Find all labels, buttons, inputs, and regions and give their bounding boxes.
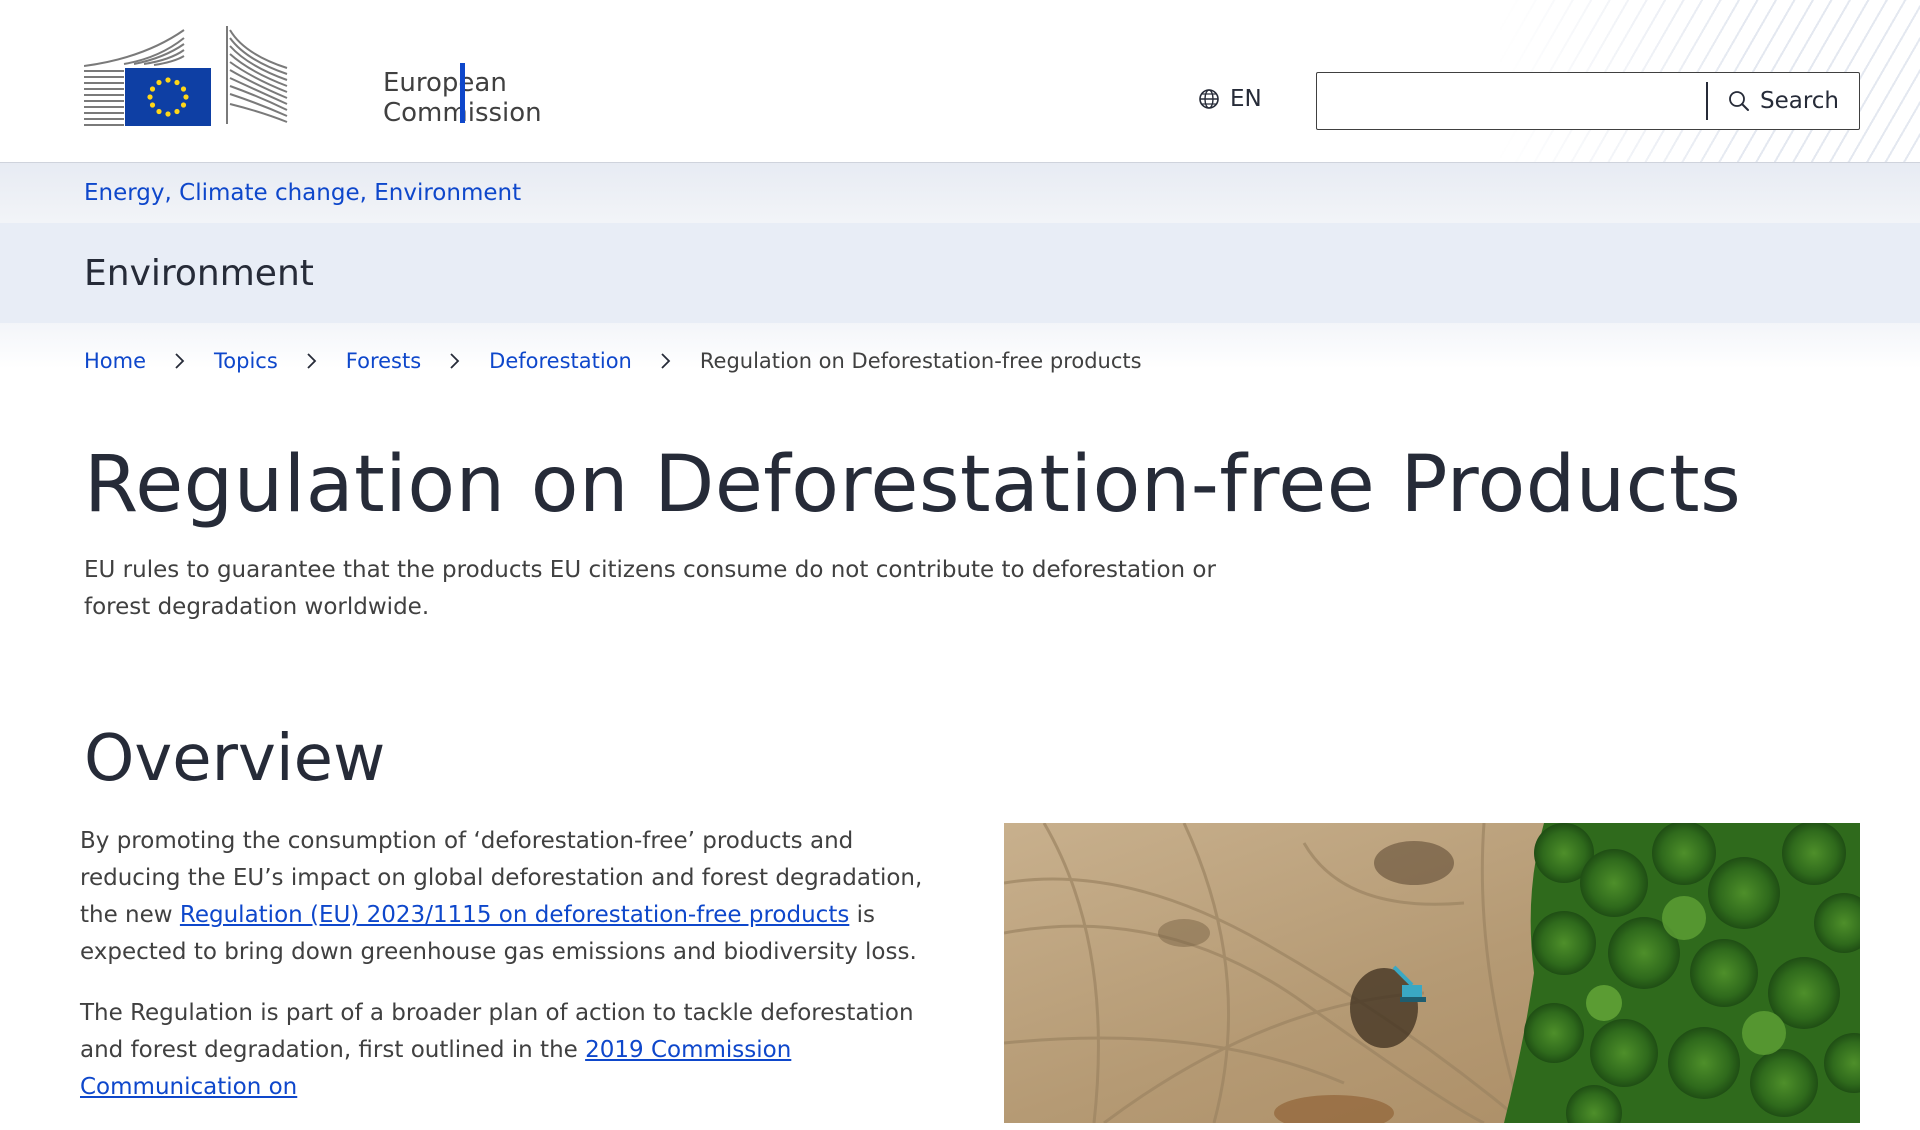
search-icon [1729,91,1749,111]
chevron-right-icon [449,352,461,370]
chevron-right-icon [660,352,672,370]
breadcrumb: Home Topics Forests Deforestation Regula… [0,323,1920,399]
site-topics-band: Energy, Climate change, Environment [0,163,1920,223]
chevron-right-icon [174,352,186,370]
search-input[interactable] [1317,73,1706,129]
breadcrumb-forests[interactable]: Forests [346,349,421,373]
language-code: EN [1230,86,1262,112]
breadcrumb-deforestation[interactable]: Deforestation [489,349,632,373]
site-header: European Commission EN Search [0,0,1920,163]
page-title: Regulation on Deforestation-free Product… [84,440,1742,530]
page-intro: EU rules to guarantee that the products … [84,557,1216,620]
deforestation-aerial-image [1004,823,1860,1123]
european-commission-logo[interactable]: European Commission [83,24,542,128]
overview-paragraph-1: By promoting the consumption of ‘defores… [80,823,960,971]
site-topics-link[interactable]: Energy, Climate change, Environment [84,180,521,206]
search-button[interactable]: Search [1708,73,1859,129]
search-button-label: Search [1759,88,1839,114]
overview-heading: Overview [84,722,386,796]
breadcrumb-topics[interactable]: Topics [214,349,278,373]
search-form: Search [1316,72,1860,130]
regulation-link[interactable]: Regulation (EU) 2023/1115 on deforestati… [180,902,849,928]
breadcrumb-current: Regulation on Deforestation-free product… [699,349,1142,373]
site-name: Environment [84,252,314,294]
globe-icon [1199,89,1219,109]
chevron-right-icon [306,352,318,370]
aerial-photo [1004,823,1860,1123]
overview-text: By promoting the consumption of ‘defores… [80,823,960,1130]
site-name-band: Environment [0,223,1920,323]
breadcrumb-home[interactable]: Home [84,349,146,373]
language-selector[interactable]: EN [1198,86,1262,112]
overview-paragraph-2: The Regulation is part of a broader plan… [80,995,960,1106]
logo-accent-bar [460,63,465,123]
